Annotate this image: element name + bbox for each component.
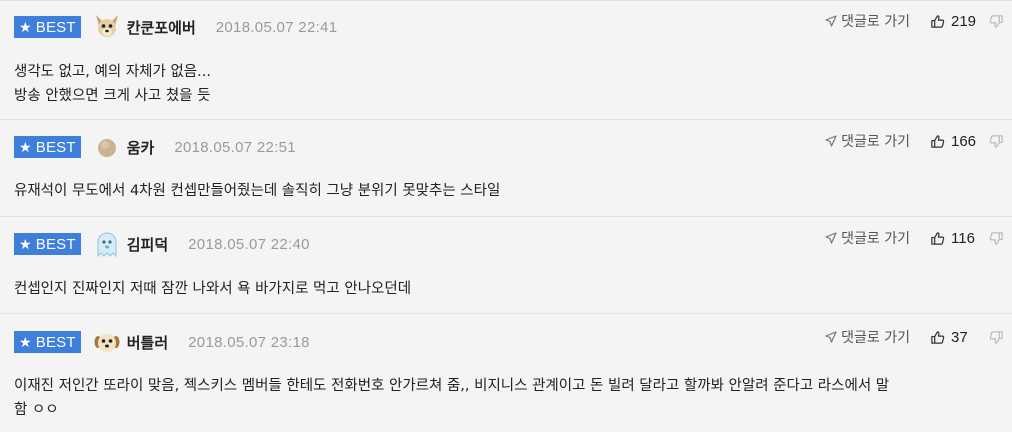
thumbs-up-icon [931,14,945,28]
best-badge-label: BEST [35,18,76,36]
comment-header: ★ BEST 김피덕 2018.05.07 22:40 [14,230,310,258]
nickname[interactable]: 버틀러 [127,332,168,353]
send-arrow-icon [825,135,837,147]
comment-actions: 댓글로 가기 116 [825,228,1004,248]
thumbs-down-icon [989,330,1003,344]
like-button[interactable]: 37 [930,329,977,346]
nickname[interactable]: 칸쿤포에버 [127,17,196,38]
go-to-reply-label: 댓글로 가기 [841,231,910,247]
divider [0,313,1012,314]
comment-actions: 댓글로 가기 166 [825,131,1004,151]
dislike-button[interactable] [989,14,1004,29]
divider [0,0,1012,1]
star-icon: ★ [19,334,32,350]
comment-date: 2018.05.07 22:41 [215,18,338,36]
like-count: 116 [951,229,975,247]
best-comment-list: ★ BEST 칸쿤포에버 2018.05.07 22:41 댓글로 가기 219 [0,0,1012,432]
like-button[interactable]: 116 [930,230,977,247]
best-badge-label: BEST [35,333,76,351]
go-to-reply-label: 댓글로 가기 [841,330,910,346]
comment-line: 이재진 저인간 또라이 맞음, 젝스키스 멤버들 한테도 전화번호 안가르쳐 줌… [14,378,890,394]
comment-body: 컨셉인지 진짜인지 저때 잠깐 나와서 욕 바가지로 먹고 안나오던데 [14,277,998,301]
thumbs-down-icon [989,231,1003,245]
go-to-reply-label: 댓글로 가기 [841,134,910,150]
thumbs-up-icon [931,330,945,344]
comment-date: 2018.05.07 22:51 [174,138,296,156]
thumbs-down-icon [989,134,1003,148]
like-button[interactable]: 166 [930,133,977,150]
best-badge: ★ BEST [14,233,81,255]
send-arrow-icon [825,232,837,244]
send-arrow-icon [825,15,837,27]
divider [0,119,1012,120]
comment-actions: 댓글로 가기 37 [825,327,1004,347]
comment-line: 함 ㅇㅇ [14,402,59,418]
like-button[interactable]: 219 [930,13,977,30]
go-to-reply-link[interactable]: 댓글로 가기 [825,228,910,248]
divider [0,216,1012,217]
comment-date: 2018.05.07 22:40 [188,235,310,253]
best-badge: ★ BEST [14,331,81,353]
go-to-reply-link[interactable]: 댓글로 가기 [825,327,910,347]
go-to-reply-label: 댓글로 가기 [841,14,910,30]
like-count: 219 [951,12,977,30]
beige-dot-avatar[interactable] [93,133,121,161]
comment-header: ★ BEST 버틀러 2018.05.07 23:18 [14,329,310,355]
chihuahua-avatar[interactable] [93,13,121,41]
comment-actions: 댓글로 가기 219 [825,11,1004,31]
like-count: 37 [951,328,968,346]
comment-body: 생각도 없고, 예의 자체가 없음... 방송 안했으면 크게 사고 쳤을 듯 [14,60,998,108]
star-icon: ★ [19,236,32,252]
send-arrow-icon [825,331,837,343]
best-badge: ★ BEST [14,136,81,158]
star-icon: ★ [19,139,32,155]
star-icon: ★ [19,19,32,35]
nickname[interactable]: 김피덕 [127,234,168,255]
thumbs-up-icon [931,231,945,245]
like-count: 166 [951,132,977,150]
comment-line: 방송 안했으면 크게 사고 쳤을 듯 [14,88,211,104]
comment-body: 유재석이 무도에서 4차원 컨셉만들어줬는데 솔직히 그냥 분위기 못맞추는 스… [14,179,998,203]
ghost-avatar[interactable] [93,230,121,258]
comment-line: 컨셉인지 진짜인지 저때 잠깐 나와서 욕 바가지로 먹고 안나오던데 [14,281,412,297]
dislike-button[interactable] [989,231,1004,246]
dislike-button[interactable] [989,134,1004,149]
comment-header: ★ BEST 칸쿤포에버 2018.05.07 22:41 [14,14,337,40]
comment-line: 생각도 없고, 예의 자체가 없음... [14,64,211,80]
comment-body: 이재진 저인간 또라이 맞음, 젝스키스 멤버들 한테도 전화번호 안가르쳐 줌… [14,374,998,422]
thumbs-down-icon [989,14,1003,28]
comment-line: 유재석이 무도에서 4차원 컨셉만들어줬는데 솔직히 그냥 분위기 못맞추는 스… [14,183,501,199]
puppy-avatar[interactable] [93,328,121,356]
best-badge: ★ BEST [14,16,81,38]
dislike-button[interactable] [989,330,1004,345]
best-badge-label: BEST [35,235,76,253]
comment-date: 2018.05.07 23:18 [188,333,310,351]
best-badge-label: BEST [35,138,76,156]
go-to-reply-link[interactable]: 댓글로 가기 [825,11,910,31]
comment-header: ★ BEST 움카 2018.05.07 22:51 [14,134,296,160]
nickname[interactable]: 움카 [127,137,155,158]
go-to-reply-link[interactable]: 댓글로 가기 [825,131,910,151]
thumbs-up-icon [931,134,945,148]
